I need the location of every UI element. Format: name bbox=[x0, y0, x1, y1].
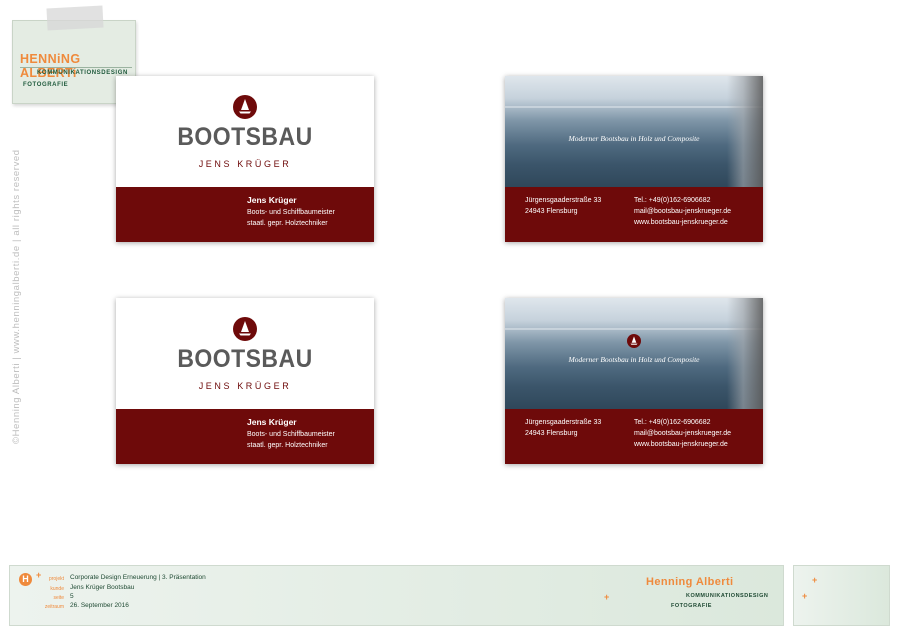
card-city: 24943 Flensburg bbox=[525, 430, 578, 437]
sea-photo bbox=[505, 298, 763, 409]
card-front-2: BOOTSBAU JENS KRÜGER Jens Krüger Boots- … bbox=[116, 298, 374, 464]
card-back-1: Moderner Bootsbau in Holz und Composite … bbox=[505, 76, 763, 242]
card-mail: mail@bootsbau-jenskrueger.de bbox=[634, 430, 731, 437]
value-projekt: Corporate Design Erneuerung | 3. Präsent… bbox=[70, 574, 206, 581]
label-kunde: kunde bbox=[50, 586, 64, 592]
sailboat-icon bbox=[233, 95, 257, 119]
footer-brand-line2: FOTOGRAFIE bbox=[671, 603, 712, 609]
card-street: Jürgensgaaderstraße 33 bbox=[525, 197, 602, 204]
sailboat-icon bbox=[233, 317, 257, 341]
label-projekt: projekt bbox=[48, 576, 64, 582]
card-brand: BOOTSBAU bbox=[177, 345, 313, 373]
plus-icon: + bbox=[802, 591, 808, 601]
sailboat-icon bbox=[627, 334, 641, 348]
card-name: Jens Krüger bbox=[247, 195, 297, 205]
card-tel: Tel.: +49(0)162-6906682 bbox=[634, 197, 711, 204]
plus-icon: + bbox=[604, 592, 610, 602]
label-zeitraum: zeitraum bbox=[44, 604, 64, 610]
card-subtitle: JENS KRÜGER bbox=[198, 381, 292, 391]
card-title1: Boots- und Schiffbaumeister bbox=[247, 431, 335, 438]
card-title2: staatl. gepr. Holztechniker bbox=[247, 442, 328, 449]
card-back-2: Moderner Bootsbau in Holz und Composite … bbox=[505, 298, 763, 464]
card-brand: BOOTSBAU bbox=[177, 123, 313, 151]
studio-logo-line1: KOMMUNIKATIONSDESIGN bbox=[37, 70, 128, 76]
tape-strip bbox=[46, 5, 104, 31]
boat-railing bbox=[727, 298, 763, 409]
card-tagline: Moderner Bootsbau in Holz und Composite bbox=[568, 134, 700, 143]
card-band: Jens Krüger Boots- und Schiffbaumeister … bbox=[116, 409, 374, 464]
side-copyright: ©Henning Alberti | www.henningalberti.de… bbox=[11, 149, 22, 444]
boat-railing bbox=[727, 76, 763, 187]
card-band: Jürgensgaaderstraße 33 24943 Flensburg T… bbox=[505, 187, 763, 242]
footer-brand-line1: KOMMUNIKATIONSDESIGN bbox=[686, 593, 769, 599]
card-title1: Boots- und Schiffbaumeister bbox=[247, 209, 335, 216]
label-seite: seite bbox=[53, 595, 64, 601]
value-zeitraum: 26. September 2016 bbox=[70, 602, 129, 609]
card-band: Jens Krüger Boots- und Schiffbaumeister … bbox=[116, 187, 374, 242]
card-title2: staatl. gepr. Holztechniker bbox=[247, 220, 328, 227]
value-kunde: Jens Krüger Bootsbau bbox=[70, 584, 135, 591]
footer-strip: H + projekt Corporate Design Erneuerung … bbox=[9, 565, 784, 626]
card-street: Jürgensgaaderstraße 33 bbox=[525, 419, 602, 426]
card-front-1: BOOTSBAU JENS KRÜGER Jens Krüger Boots- … bbox=[116, 76, 374, 242]
footer-brand: Henning Alberti bbox=[646, 576, 734, 588]
card-web: www.bootsbau-jenskrueger.de bbox=[634, 219, 728, 226]
studio-logo-line2: FOTOGRAFIE bbox=[23, 82, 69, 88]
card-mail: mail@bootsbau-jenskrueger.de bbox=[634, 208, 731, 215]
footer-side-panel: + + bbox=[793, 565, 890, 626]
plus-icon: + bbox=[812, 575, 818, 585]
value-seite: 5 bbox=[70, 593, 74, 600]
logo-divider bbox=[20, 67, 132, 68]
card-band: Jürgensgaaderstraße 33 24943 Flensburg T… bbox=[505, 409, 763, 464]
card-tagline: Moderner Bootsbau in Holz und Composite bbox=[568, 355, 700, 364]
card-web: www.bootsbau-jenskrueger.de bbox=[634, 441, 728, 448]
card-city: 24943 Flensburg bbox=[525, 208, 578, 215]
card-subtitle: JENS KRÜGER bbox=[198, 159, 292, 169]
sea-photo bbox=[505, 76, 763, 187]
card-name: Jens Krüger bbox=[247, 417, 297, 427]
card-tel: Tel.: +49(0)162-6906682 bbox=[634, 419, 711, 426]
